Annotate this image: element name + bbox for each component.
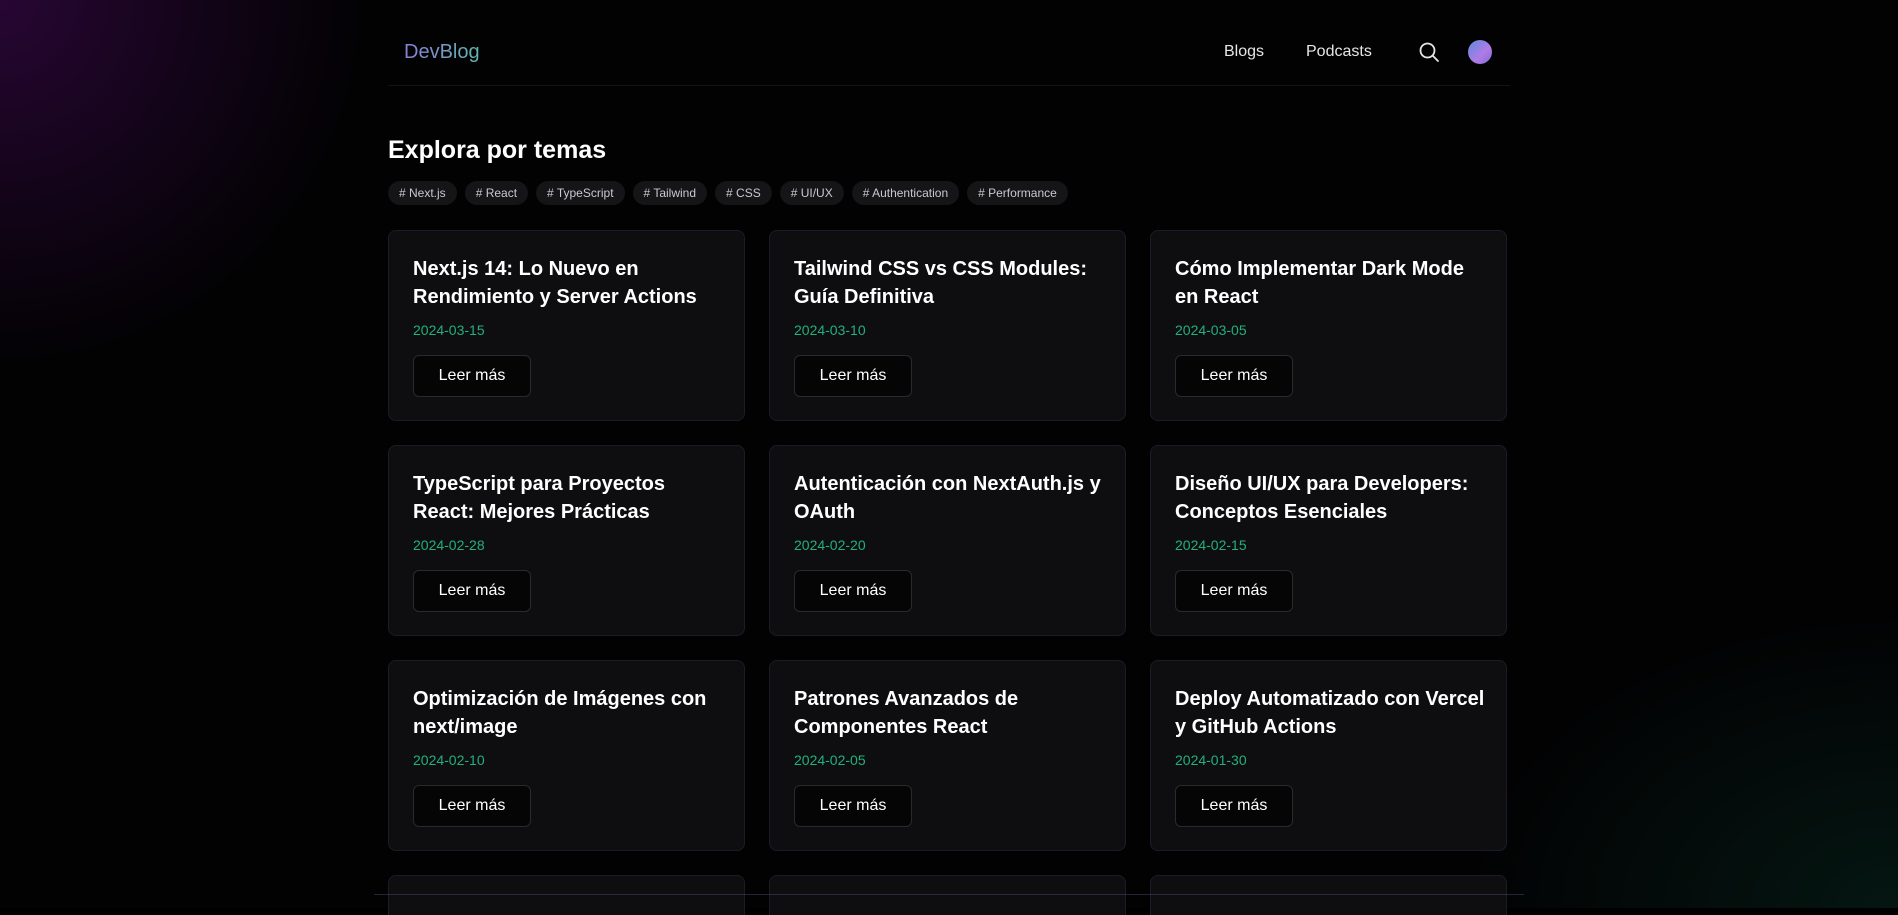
- post-title[interactable]: Next.js 14: Lo Nuevo en Rendimiento y Se…: [413, 255, 728, 311]
- post-title[interactable]: TypeScript para Proyectos React: Mejores…: [413, 470, 728, 526]
- post-title[interactable]: Diseño UI/UX para Developers: Conceptos …: [1175, 470, 1490, 526]
- read-more-button[interactable]: Leer más: [794, 355, 912, 397]
- tag-nextjs[interactable]: # Next.js: [388, 181, 457, 205]
- read-more-button[interactable]: Leer más: [1175, 570, 1293, 612]
- read-more-button[interactable]: Leer más: [1175, 355, 1293, 397]
- site-logo[interactable]: DevBlog: [404, 41, 480, 64]
- nav-link-podcasts[interactable]: Podcasts: [1306, 43, 1372, 61]
- tag-uiux[interactable]: # UI/UX: [779, 181, 844, 205]
- post-date: 2024-02-15: [1175, 537, 1247, 553]
- post-date: 2024-02-28: [413, 537, 485, 553]
- search-icon[interactable]: [1417, 40, 1441, 64]
- post-date: 2024-02-10: [413, 752, 485, 768]
- post-title[interactable]: Optimización de Imágenes con next/image: [413, 685, 728, 741]
- read-more-button[interactable]: Leer más: [413, 785, 531, 827]
- tag-performance[interactable]: # Performance: [967, 181, 1068, 205]
- post-title[interactable]: Autenticación con NextAuth.js y OAuth: [794, 470, 1109, 526]
- post-date: 2024-03-15: [413, 322, 485, 338]
- post-title[interactable]: Deploy Automatizado con Vercel y GitHub …: [1175, 685, 1490, 741]
- tag-react[interactable]: # React: [464, 181, 529, 205]
- post-card: Next.js 14: Lo Nuevo en Rendimiento y Se…: [388, 230, 745, 421]
- posts-grid: Next.js 14: Lo Nuevo en Rendimiento y Se…: [388, 230, 1507, 915]
- post-card: Tailwind CSS vs CSS Modules: Guía Defini…: [769, 230, 1126, 421]
- post-title[interactable]: Cómo Implementar Dark Mode en React: [1175, 255, 1490, 311]
- post-title[interactable]: Patrones Avanzados de Componentes React: [794, 685, 1109, 741]
- post-date: 2024-03-10: [794, 322, 866, 338]
- post-date: 2024-02-20: [794, 537, 866, 553]
- post-card: Deploy Automatizado con Vercel y GitHub …: [1150, 660, 1507, 851]
- post-date: 2024-02-05: [794, 752, 866, 768]
- post-title[interactable]: Tailwind CSS vs CSS Modules: Guía Defini…: [794, 255, 1109, 311]
- post-card: Cómo Implementar Dark Mode en React 2024…: [1150, 230, 1507, 421]
- read-more-button[interactable]: Leer más: [794, 785, 912, 827]
- tag-authentication[interactable]: # Authentication: [851, 181, 960, 205]
- post-card: Diseño UI/UX para Developers: Conceptos …: [1150, 445, 1507, 636]
- tag-typescript[interactable]: # TypeScript: [536, 181, 625, 205]
- post-card-partial: [1150, 875, 1507, 915]
- post-card: TypeScript para Proyectos React: Mejores…: [388, 445, 745, 636]
- read-more-button[interactable]: Leer más: [413, 355, 531, 397]
- topics-title: Explora por temas: [388, 136, 607, 164]
- nav-link-blogs[interactable]: Blogs: [1224, 43, 1264, 61]
- tag-css[interactable]: # CSS: [715, 181, 772, 205]
- tag-tailwind[interactable]: # Tailwind: [632, 181, 708, 205]
- topic-tags: # Next.js # React # TypeScript # Tailwin…: [388, 181, 1068, 205]
- post-card-partial: [388, 875, 745, 915]
- page-container: DevBlog Blogs Podcasts Explora por temas…: [374, 0, 1524, 915]
- bottom-divider: [374, 894, 1524, 895]
- post-card: Optimización de Imágenes con next/image …: [388, 660, 745, 851]
- read-more-button[interactable]: Leer más: [794, 570, 912, 612]
- read-more-button[interactable]: Leer más: [1175, 785, 1293, 827]
- post-card: Autenticación con NextAuth.js y OAuth 20…: [769, 445, 1126, 636]
- read-more-button[interactable]: Leer más: [413, 570, 531, 612]
- site-header: DevBlog Blogs Podcasts: [388, 0, 1510, 86]
- post-date: 2024-01-30: [1175, 752, 1247, 768]
- post-date: 2024-03-05: [1175, 322, 1247, 338]
- post-card-partial: [769, 875, 1126, 915]
- post-card: Patrones Avanzados de Componentes React …: [769, 660, 1126, 851]
- avatar[interactable]: [1468, 40, 1492, 64]
